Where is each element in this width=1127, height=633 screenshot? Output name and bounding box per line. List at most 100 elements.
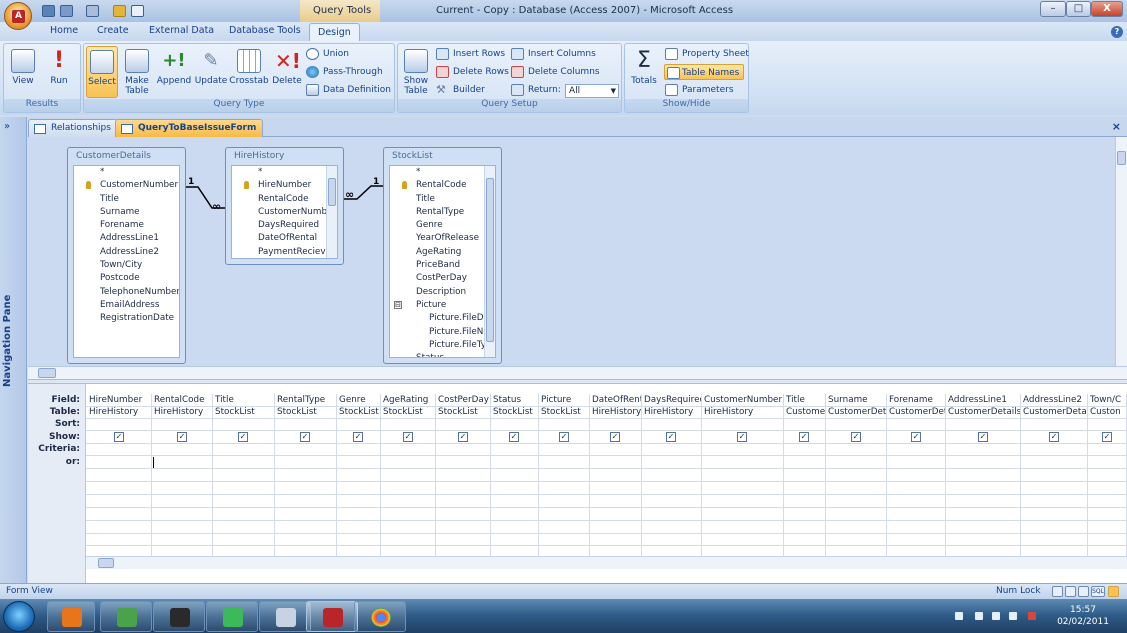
grid-table-cell[interactable]: HireHistory [644, 407, 701, 417]
system-clock[interactable]: 15:57 02/02/2011 [1055, 604, 1111, 628]
grid-field-cell[interactable]: CustomerNumber [704, 395, 783, 405]
grid-field-cell[interactable]: HireNumber [89, 395, 151, 405]
taskbar-access[interactable] [306, 601, 358, 632]
table-hirehistory[interactable]: HireHistory * HireNumber RentalCode Custome… [225, 147, 344, 265]
grid-table-cell[interactable]: HireHistory [704, 407, 783, 417]
show-checkbox[interactable]: ✓ [737, 432, 747, 442]
taskbar-calculator[interactable] [259, 601, 311, 632]
table-field[interactable]: EmailAddress [74, 299, 179, 312]
scroll-thumb[interactable] [38, 368, 56, 378]
table-field[interactable]: Town/City [74, 259, 179, 272]
show-checkbox[interactable]: ✓ [238, 432, 248, 442]
table-field[interactable]: RentalType [390, 206, 495, 219]
grid-field-cell[interactable]: AddressLine1 [948, 395, 1020, 405]
design-view-button[interactable] [1108, 586, 1119, 597]
table-field[interactable]: Genre [390, 219, 495, 232]
taskbar-messenger[interactable] [100, 601, 152, 632]
table-field[interactable]: Description [390, 286, 495, 299]
table-field[interactable]: Status [390, 352, 495, 357]
table-field[interactable]: Title [390, 193, 495, 206]
grid-table-cell[interactable]: StockList [493, 407, 538, 417]
grid-field-cell[interactable]: Town/C [1090, 395, 1127, 405]
show-checkbox[interactable]: ✓ [610, 432, 620, 442]
grid-field-cell[interactable]: DateOfRent [592, 395, 641, 405]
table-stocklist[interactable]: StockList * RentalCode Title RentalType Genr… [383, 147, 502, 364]
upper-vertical-scrollbar[interactable] [1115, 137, 1127, 366]
grid-field-cell[interactable]: Title [786, 395, 825, 405]
table-field[interactable]: CustomerNumb [232, 206, 337, 219]
taskbar-media-player[interactable] [47, 601, 95, 632]
table-scrollbar[interactable] [326, 166, 337, 258]
table-field[interactable]: AddressLine2 [74, 246, 179, 259]
grid-field-cell[interactable]: Status [493, 395, 538, 405]
tray-arrow-icon[interactable] [955, 612, 963, 620]
primary-key-field[interactable]: CustomerNumber [74, 179, 179, 192]
table-field[interactable]: * [232, 166, 337, 179]
show-checkbox[interactable]: ✓ [799, 432, 809, 442]
show-checkbox[interactable]: ✓ [559, 432, 569, 442]
grid-table-cell[interactable]: CustomerDet [828, 407, 886, 417]
show-checkbox[interactable]: ✓ [403, 432, 413, 442]
grid-field-cell[interactable]: AddressLine2 [1023, 395, 1087, 405]
sql-view-button[interactable]: SQL [1091, 586, 1105, 597]
grid-table-cell[interactable]: CustomerDet [889, 407, 945, 417]
table-field[interactable]: PaymentRecieve [232, 246, 337, 258]
show-checkbox[interactable]: ✓ [978, 432, 988, 442]
office-button[interactable]: A [4, 2, 32, 30]
table-field[interactable]: PriceBand [390, 259, 495, 272]
show-checkbox[interactable]: ✓ [458, 432, 468, 442]
table-field[interactable]: TelephoneNumber [74, 286, 179, 299]
table-field[interactable]: * [74, 166, 179, 179]
table-field[interactable]: AgeRating [390, 246, 495, 259]
signal-icon[interactable] [1009, 612, 1017, 620]
grid-table-cell[interactable]: StockList [541, 407, 589, 417]
table-field[interactable]: AddressLine1 [74, 232, 179, 245]
grid-field-cell[interactable]: Picture [541, 395, 589, 405]
grid-field-cell[interactable]: DaysRequirec [644, 395, 701, 405]
grid-table-cell[interactable]: StockList [215, 407, 274, 417]
datasheet-view-button[interactable] [1052, 586, 1063, 597]
grid-horizontal-scrollbar[interactable] [86, 556, 1127, 569]
grid-table-cell[interactable]: Customer [786, 407, 825, 417]
taskbar-chrome[interactable] [354, 601, 406, 632]
show-checkbox[interactable]: ✓ [177, 432, 187, 442]
table-field[interactable]: Title [74, 193, 179, 206]
network-icon[interactable] [992, 612, 1000, 620]
expand-collapse-icon[interactable]: ⊟ [394, 300, 402, 309]
scroll-thumb[interactable] [328, 178, 336, 206]
show-checkbox[interactable]: ✓ [851, 432, 861, 442]
table-customerdetails[interactable]: CustomerDetails * CustomerNumber Title Surn… [67, 147, 186, 364]
table-field[interactable]: DaysRequired [232, 219, 337, 232]
grid-field-cell[interactable]: CostPerDay [438, 395, 490, 405]
scroll-thumb[interactable] [98, 558, 114, 568]
table-field[interactable]: Forename [74, 219, 179, 232]
volume-icon[interactable] [1028, 612, 1036, 620]
grid-table-cell[interactable]: CustomerDetai [1023, 407, 1087, 417]
scroll-thumb[interactable] [1117, 151, 1126, 165]
grid-field-cell[interactable]: Genre [339, 395, 380, 405]
start-button[interactable] [3, 601, 35, 632]
upper-horizontal-scrollbar[interactable] [28, 366, 1127, 379]
grid-field-cell[interactable]: AgeRating [383, 395, 435, 405]
table-field[interactable]: YearOfRelease [390, 232, 495, 245]
show-checkbox[interactable]: ✓ [666, 432, 676, 442]
table-field[interactable]: * [390, 166, 495, 179]
pivottable-view-button[interactable] [1065, 586, 1076, 597]
grid-table-cell[interactable]: HireHistory [89, 407, 151, 417]
primary-key-field[interactable]: RentalCode [390, 179, 495, 192]
taskbar-game[interactable] [153, 601, 205, 632]
show-checkbox[interactable]: ✓ [353, 432, 363, 442]
table-field[interactable]: RentalCode [232, 193, 337, 206]
show-checkbox[interactable]: ✓ [1049, 432, 1059, 442]
table-field[interactable]: ⊟ Picture [390, 299, 495, 312]
grid-table-cell[interactable]: HireHistory [154, 407, 212, 417]
scroll-thumb[interactable] [486, 178, 494, 342]
table-field[interactable]: Picture.FileN [390, 326, 495, 339]
grid-table-cell[interactable]: HireHistory [592, 407, 641, 417]
show-checkbox[interactable]: ✓ [911, 432, 921, 442]
grid-table-cell[interactable]: StockList [339, 407, 380, 417]
grid-field-cell[interactable]: Title [215, 395, 274, 405]
grid-field-cell[interactable]: Forename [889, 395, 945, 405]
show-checkbox[interactable]: ✓ [300, 432, 310, 442]
taskbar-sims[interactable] [206, 601, 258, 632]
